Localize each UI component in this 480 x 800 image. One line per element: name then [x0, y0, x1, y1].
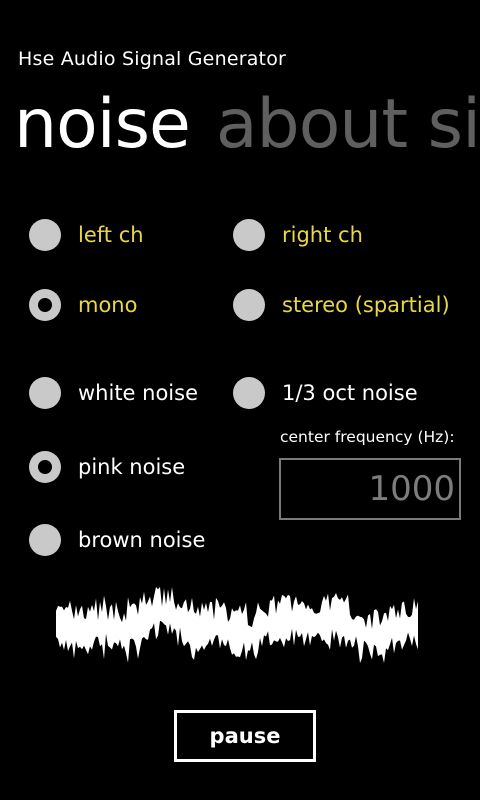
radio-indicator: [233, 219, 265, 251]
radio-label: left ch: [78, 223, 144, 247]
radio-label: right ch: [282, 223, 363, 247]
pivot-tab-about[interactable]: about si: [216, 82, 480, 168]
radio-mono[interactable]: mono: [29, 288, 137, 322]
radio-right-channel[interactable]: right ch: [233, 218, 363, 252]
radio-label: mono: [78, 293, 138, 317]
center-frequency-input[interactable]: [279, 458, 461, 520]
radio-label: brown noise: [78, 528, 206, 552]
radio-indicator-checked: [29, 451, 61, 483]
radio-stereo[interactable]: stereo (spartial): [233, 288, 450, 322]
center-frequency-caption: center frequency (Hz):: [280, 428, 455, 446]
radio-label: white noise: [78, 381, 199, 405]
radio-indicator: [233, 289, 265, 321]
radio-indicator-checked: [29, 289, 61, 321]
pivot-tab-noise[interactable]: noise: [14, 82, 191, 168]
radio-label: stereo (spartial): [282, 293, 450, 317]
radio-label: 1/3 oct noise: [282, 381, 418, 405]
radio-indicator: [29, 219, 61, 251]
radio-indicator: [233, 377, 265, 409]
radio-third-octave-noise[interactable]: 1/3 oct noise: [233, 376, 418, 410]
radio-left-channel[interactable]: left ch: [29, 218, 144, 252]
radio-pink-noise[interactable]: pink noise: [29, 450, 185, 484]
noise-waveform: [56, 587, 418, 663]
radio-white-noise[interactable]: white noise: [29, 376, 198, 410]
pivot-header: noise about si: [14, 82, 480, 172]
radio-indicator: [29, 377, 61, 409]
radio-indicator: [29, 524, 61, 556]
app-title: Hse Audio Signal Generator: [18, 48, 287, 70]
pause-button[interactable]: pause: [174, 710, 316, 762]
radio-label: pink noise: [78, 455, 186, 479]
radio-brown-noise[interactable]: brown noise: [29, 523, 205, 557]
waveform-shape: [56, 587, 418, 663]
